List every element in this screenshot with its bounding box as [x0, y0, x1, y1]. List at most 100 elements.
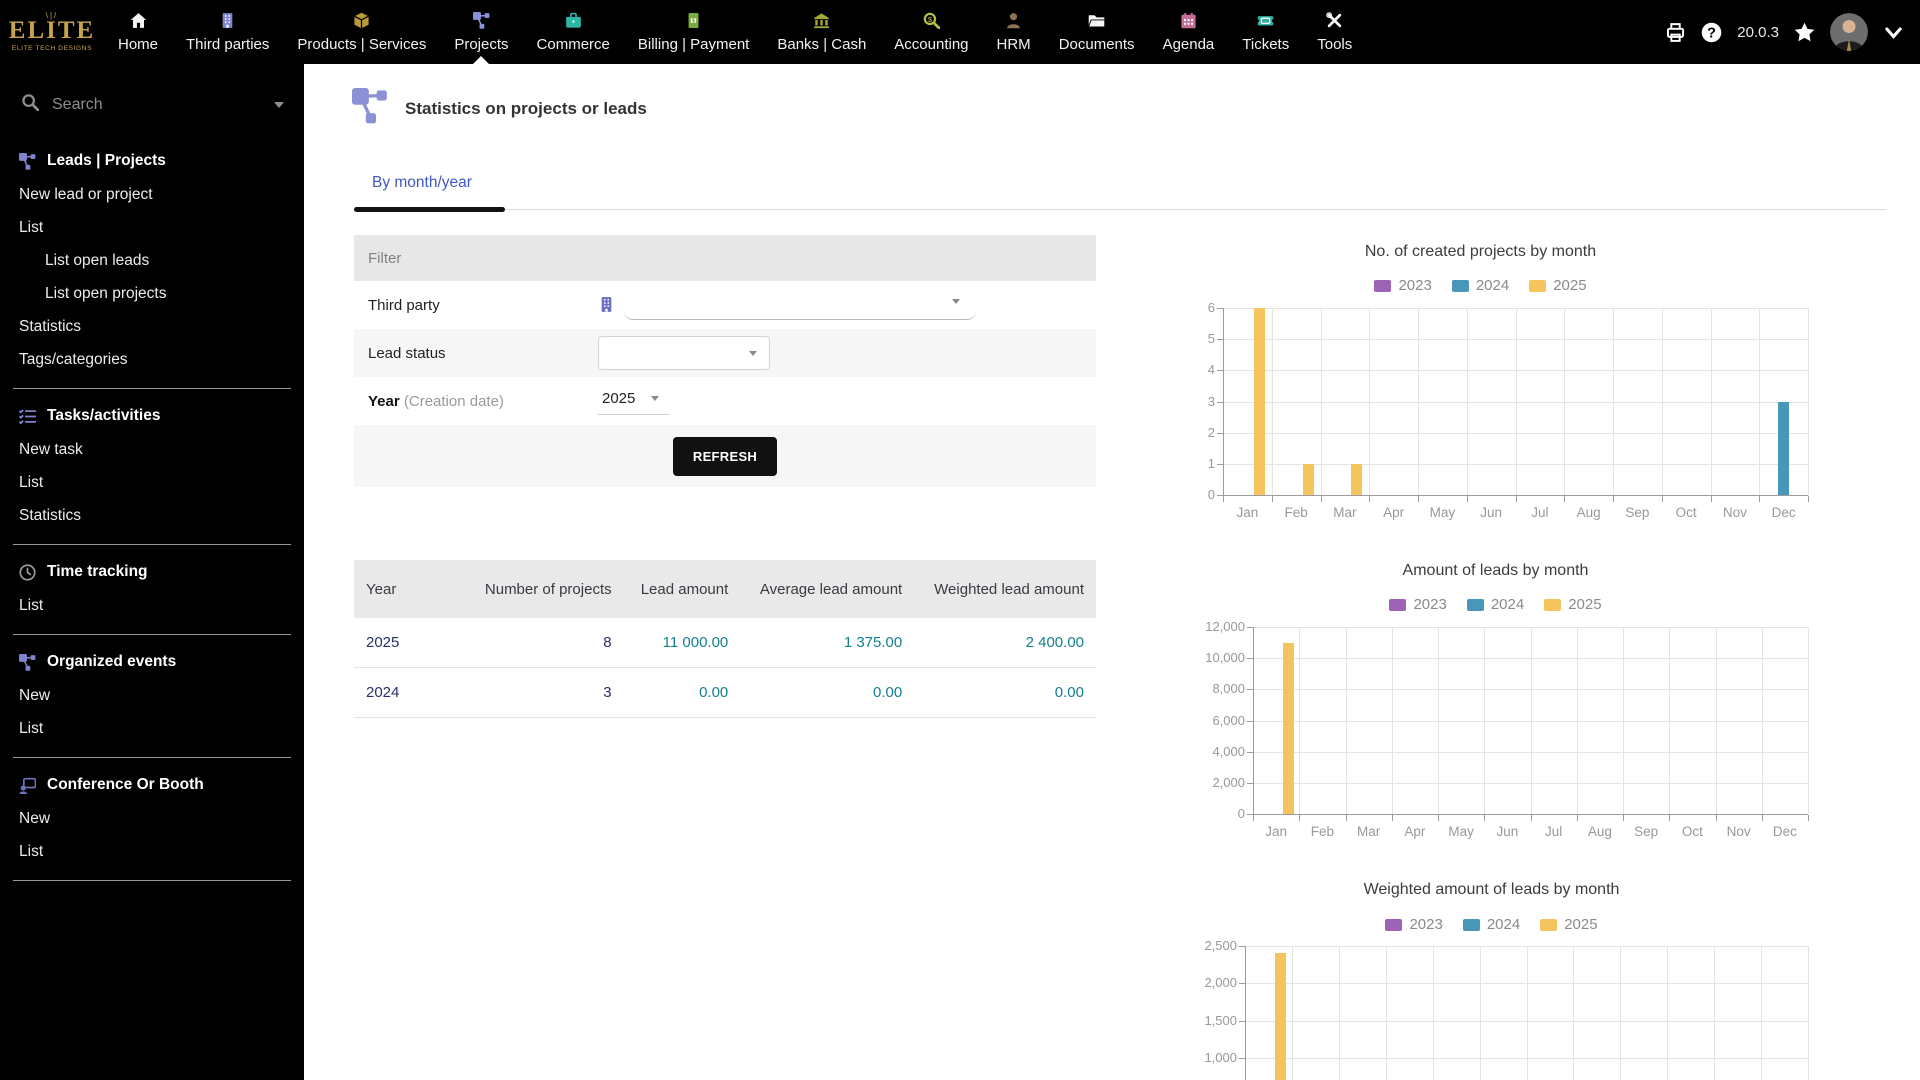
- user-avatar[interactable]: [1830, 13, 1868, 51]
- nav-item-label: Billing | Payment: [637, 35, 750, 53]
- sidebar-section-label: Time tracking: [47, 563, 148, 580]
- company-logo[interactable]: \|/ ELITE ELITE TECH DESIGNS: [0, 0, 104, 64]
- ticket-icon: [1257, 12, 1275, 30]
- print-icon[interactable]: [1665, 22, 1686, 43]
- search-caret-icon[interactable]: [274, 102, 284, 108]
- bookmark-star-icon[interactable]: [1794, 22, 1815, 43]
- amount-cell: 11 000.00: [623, 618, 741, 668]
- year-link[interactable]: 2024: [354, 667, 466, 718]
- sidebar-section-title[interactable]: Organized events: [13, 641, 291, 679]
- sidebar-item-list[interactable]: List: [13, 835, 291, 868]
- third-party-select[interactable]: [624, 290, 976, 320]
- third-party-combobox[interactable]: [598, 290, 976, 320]
- sidebar-item-list[interactable]: List: [13, 466, 291, 499]
- year-caret-icon: [651, 396, 660, 401]
- sidebar-section-organized-events: Organized events New List: [13, 635, 291, 758]
- nav-item-label: Home: [118, 35, 159, 53]
- table-row: 2025 8 11 000.00 1 375.00 2 400.00: [354, 618, 1096, 668]
- year-link-text[interactable]: 2025: [366, 634, 399, 651]
- table-header-number-of-projects: Number of projects: [466, 560, 624, 618]
- lead-status-label: Lead status: [368, 344, 446, 362]
- sidebar-item-list[interactable]: List: [13, 211, 291, 244]
- filter-row-year: Year (Creation date) 2025: [354, 377, 1096, 425]
- conference-icon: [19, 777, 36, 794]
- sidebar-section-label: Tasks/activities: [47, 407, 161, 424]
- nav-item-agenda[interactable]: Agenda: [1149, 0, 1229, 64]
- app-window: \|/ ELITE ELITE TECH DESIGNS Home Third p…: [0, 0, 1920, 1080]
- amount-cell: 0.00: [740, 667, 915, 718]
- nav-item-accounting[interactable]: $ Accounting: [880, 0, 982, 64]
- third-party-label: Third party: [368, 296, 440, 314]
- nav-item-third-parties[interactable]: Third parties: [172, 0, 283, 64]
- help-icon[interactable]: ?: [1701, 22, 1722, 43]
- sidebar-menu: Leads | Projects New lead or project List L…: [0, 134, 304, 881]
- nav-item-label: Agenda: [1162, 35, 1215, 53]
- briefcase-icon: [565, 12, 582, 30]
- building-icon: [219, 12, 236, 30]
- nav-item-commerce[interactable]: Commerce: [523, 0, 624, 64]
- calendar-icon: [1180, 12, 1197, 30]
- tasks-icon: [19, 408, 36, 425]
- year-link[interactable]: 2025: [354, 618, 466, 668]
- nav-item-banks-cash[interactable]: Banks | Cash: [763, 0, 880, 64]
- nav-item-label: Accounting: [894, 35, 969, 53]
- sidebar-item-list[interactable]: List: [13, 589, 291, 622]
- nav-item-label: Tools: [1317, 35, 1353, 53]
- search-dollar-icon: $: [923, 12, 940, 30]
- nav-item-label: Banks | Cash: [777, 35, 867, 53]
- year-select-value: 2025: [602, 390, 636, 407]
- nav-item-documents[interactable]: Documents: [1045, 0, 1149, 64]
- lead-status-select[interactable]: [598, 336, 770, 370]
- sidebar-section-title[interactable]: Tasks/activities: [13, 395, 291, 433]
- table-row: 2024 3 0.00 0.00 0.00: [354, 667, 1096, 718]
- page-header: Statistics on projects or leads: [352, 88, 647, 129]
- nav-item-products-services[interactable]: Products | Services: [283, 0, 440, 64]
- filter-row-actions: REFRESH: [354, 425, 1096, 487]
- tools-icon: [1326, 12, 1343, 30]
- amount-cell: 1 375.00: [740, 618, 915, 668]
- search-input[interactable]: [52, 96, 261, 114]
- user-icon: [1005, 12, 1022, 30]
- sidebar-section-conference-or-booth: Conference Or Booth New List: [13, 758, 291, 881]
- tab-by-month-year[interactable]: By month/year: [354, 162, 498, 207]
- sidebar-section-title[interactable]: Time tracking: [13, 551, 291, 589]
- nav-item-tickets[interactable]: Tickets: [1228, 0, 1303, 64]
- nav-item-projects[interactable]: Projects: [440, 0, 522, 64]
- sidebar-section-title[interactable]: Conference Or Booth: [13, 764, 291, 802]
- sidebar-section-title[interactable]: Leads | Projects: [13, 140, 291, 178]
- sidebar-item-statistics[interactable]: Statistics: [13, 310, 291, 343]
- logo-text: ELITE: [8, 17, 96, 44]
- user-menu-chevron-icon[interactable]: [1883, 22, 1904, 43]
- sidebar-item-statistics[interactable]: Statistics: [13, 499, 291, 532]
- folder-icon: [1088, 12, 1105, 30]
- sidebar-item-tags-categories[interactable]: Tags/categories: [13, 343, 291, 376]
- main-content: Statistics on projects or leads By month…: [304, 64, 1920, 1080]
- tab-baseline: [354, 209, 1886, 210]
- nav-item-home[interactable]: Home: [104, 0, 172, 64]
- nav-item-tools[interactable]: Tools: [1303, 0, 1366, 64]
- sitemap-icon: [19, 653, 36, 671]
- projects-sitemap-icon: [352, 88, 388, 129]
- sidebar-item-list[interactable]: List: [13, 712, 291, 745]
- cube-icon: [353, 12, 370, 30]
- sidebar-section-label: Organized events: [47, 653, 177, 670]
- sidebar-section-time-tracking: Time tracking List: [13, 545, 291, 635]
- nav-item-billing-payment[interactable]: Billing | Payment: [624, 0, 763, 64]
- sidebar-item-new-task[interactable]: New task: [13, 433, 291, 466]
- sidebar-item-list-open-leads[interactable]: List open leads: [13, 244, 291, 277]
- nav-item-label: Products | Services: [297, 35, 427, 53]
- sidebar-search: [0, 64, 304, 134]
- sidebar-item-new[interactable]: New: [13, 679, 291, 712]
- refresh-button[interactable]: REFRESH: [672, 436, 778, 476]
- year-link-text[interactable]: 2024: [366, 684, 399, 701]
- nav-item-hrm[interactable]: HRM: [983, 0, 1045, 64]
- bank-icon: [813, 12, 830, 30]
- nav-item-label: Tickets: [1242, 35, 1290, 53]
- year-select[interactable]: 2025: [598, 387, 670, 415]
- sidebar-item-new-lead-or-project[interactable]: New lead or project: [13, 178, 291, 211]
- version-label: 20.0.3: [1737, 23, 1779, 41]
- nav-item-label: Commerce: [536, 35, 610, 53]
- sidebar-item-new[interactable]: New: [13, 802, 291, 835]
- clock-icon: [19, 563, 36, 581]
- sidebar-item-list-open-projects[interactable]: List open projects: [13, 277, 291, 310]
